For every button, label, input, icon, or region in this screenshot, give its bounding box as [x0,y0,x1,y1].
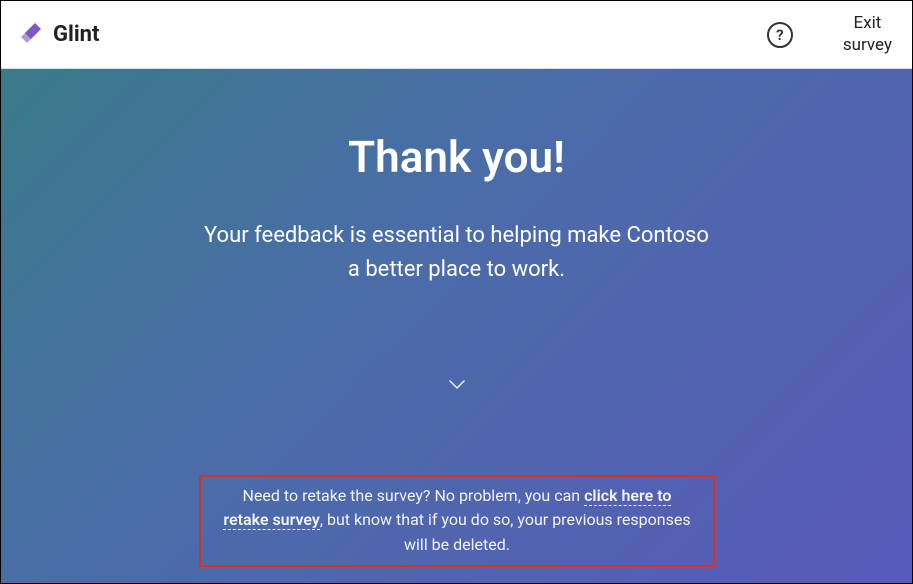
exit-survey-link[interactable]: Exit survey [843,13,892,56]
subtitle-line2: a better place to work. [348,257,565,282]
main-content: Thank you! Your feedback is essential to… [1,69,912,583]
subtitle: Your feedback is essential to helping ma… [204,219,709,287]
thank-you-title: Thank you! [348,131,565,183]
subtitle-line1: Your feedback is essential to helping ma… [204,223,709,248]
glint-logo-icon [19,23,43,47]
retake-text-after: , but know that if you do so, your previ… [320,510,691,554]
logo: Glint [19,22,99,47]
header: Glint ? Exit survey [1,1,912,69]
chevron-down-icon[interactable] [449,375,465,385]
brand-name: Glint [53,22,99,47]
retake-text-before: Need to retake the survey? No problem, y… [243,486,585,505]
retake-survey-box: Need to retake the survey? No problem, y… [199,475,715,567]
help-icon[interactable]: ? [767,22,793,48]
